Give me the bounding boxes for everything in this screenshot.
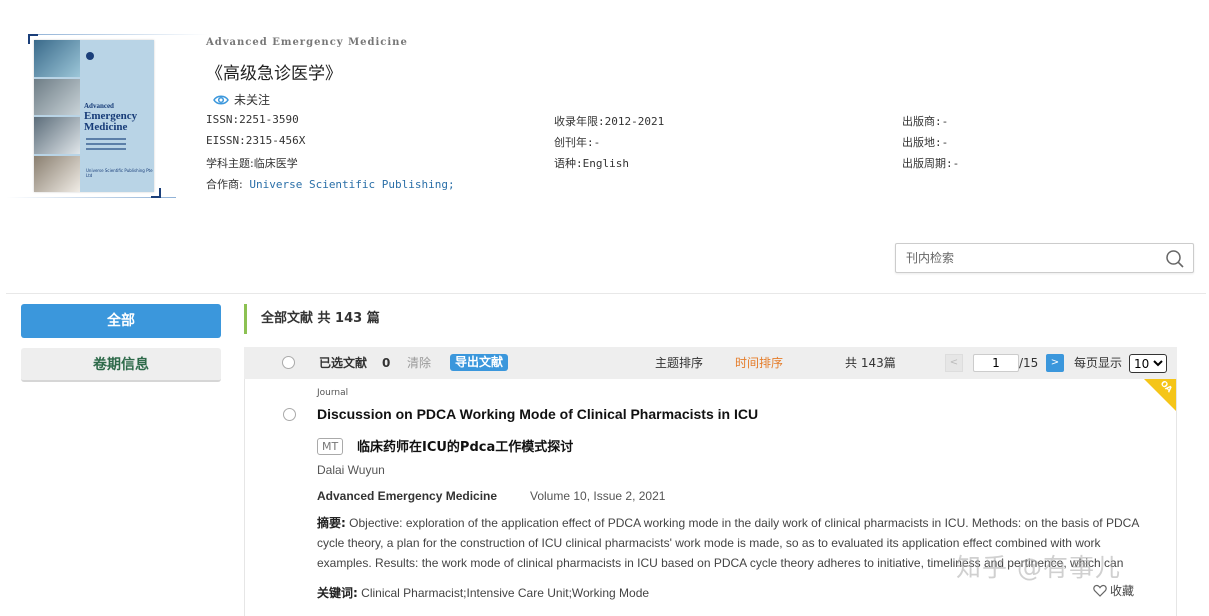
- search-input[interactable]: [906, 251, 1146, 265]
- item-title-link[interactable]: Discussion on PDCA Working Mode of Clini…: [317, 406, 758, 422]
- keywords-text[interactable]: Clinical Pharmacist;Intensive Care Unit;…: [361, 586, 649, 600]
- item-select-radio[interactable]: [283, 408, 296, 421]
- per-page-select[interactable]: 10: [1129, 354, 1167, 373]
- sort-time-button[interactable]: 时间排序: [735, 347, 783, 379]
- journal-name-en: Advanced Emergency Medicine: [206, 37, 408, 48]
- page-input[interactable]: [973, 354, 1019, 372]
- page-total: /15: [1019, 356, 1039, 370]
- follow-label: 未关注: [234, 93, 271, 107]
- cover-photos: [34, 40, 80, 192]
- meta-subject: 学科主题:临床医学: [206, 157, 298, 170]
- item-keywords: 关键词: Clinical Pharmacist;Intensive Care …: [317, 584, 649, 601]
- next-page-button[interactable]: >: [1046, 354, 1064, 372]
- item-volume: Volume 10, Issue 2, 2021: [530, 489, 666, 503]
- keywords-label: 关键词:: [317, 586, 358, 600]
- meta-publisher: 出版商:-: [902, 115, 949, 128]
- meta-eissn: EISSN:2315-456X: [206, 134, 306, 147]
- meta-founded: 创刊年:-: [554, 136, 601, 149]
- results-toolbar: 已选文献 0 清除 导出文献 主题排序 时间排序 共 143篇 < /15 > …: [244, 347, 1177, 379]
- sidebar-item-volumes[interactable]: 卷期信息: [21, 348, 221, 382]
- cover-image: Advanced Emergency Medicine Universe Sci…: [34, 40, 154, 192]
- mt-badge: MT: [317, 438, 344, 455]
- watermark: 知乎 @有事儿: [956, 553, 1121, 582]
- journal-search: [895, 243, 1194, 273]
- export-button[interactable]: 导出文献: [450, 354, 509, 371]
- collect-label: 收藏: [1110, 584, 1135, 598]
- item-journal[interactable]: Advanced Emergency Medicine: [317, 489, 497, 503]
- total-count: 共 143篇: [845, 356, 896, 370]
- collect-button[interactable]: 收藏: [1093, 582, 1134, 599]
- section-divider: [6, 293, 1206, 294]
- sidebar-item-all[interactable]: 全部: [21, 304, 221, 338]
- selected-label: 已选文献: [319, 356, 368, 370]
- eye-icon: [213, 95, 229, 104]
- meta-partner: 合作商: Universe Scientific Publishing;: [206, 178, 455, 191]
- clear-button[interactable]: 清除: [407, 347, 431, 379]
- publisher-logo-icon: [86, 52, 94, 60]
- partner-link[interactable]: Universe Scientific Publishing;: [249, 178, 454, 191]
- meta-years: 收录年限:2012-2021: [554, 115, 665, 128]
- search-icon[interactable]: [1165, 249, 1185, 269]
- selected-count: 0: [382, 356, 391, 370]
- journal-name-zh: 《高级急诊医学》: [206, 64, 342, 84]
- journal-cover: Advanced Emergency Medicine Universe Sci…: [6, 34, 208, 198]
- item-title-zh[interactable]: 临床药师在ICU的Pdca工作模式探讨: [357, 436, 573, 455]
- heart-icon: [1093, 584, 1107, 597]
- meta-language: 语种:English: [554, 157, 629, 170]
- results-total: 全部文献 共 143 篇: [244, 304, 380, 334]
- cover-frame-line: [28, 34, 208, 35]
- abstract-label: 摘要:: [317, 516, 346, 530]
- meta-place: 出版地:-: [902, 136, 949, 149]
- item-type: Journal: [317, 388, 349, 398]
- cover-publisher: Universe Scientific Publishing Pte Ltd: [86, 168, 153, 178]
- prev-page-button[interactable]: <: [945, 354, 963, 372]
- per-page-label: 每页显示: [1074, 356, 1123, 370]
- sort-topic-button[interactable]: 主题排序: [655, 347, 703, 379]
- meta-cycle: 出版周期:-: [902, 157, 960, 170]
- item-author[interactable]: Dalai Wuyun: [317, 463, 385, 477]
- meta-issn: ISSN:2251-3590: [206, 113, 299, 126]
- cover-meta-lines: [86, 138, 126, 153]
- cover-title: Advanced Emergency Medicine: [84, 102, 138, 133]
- select-all-radio[interactable]: [282, 356, 295, 369]
- follow-button[interactable]: 未关注: [213, 91, 270, 108]
